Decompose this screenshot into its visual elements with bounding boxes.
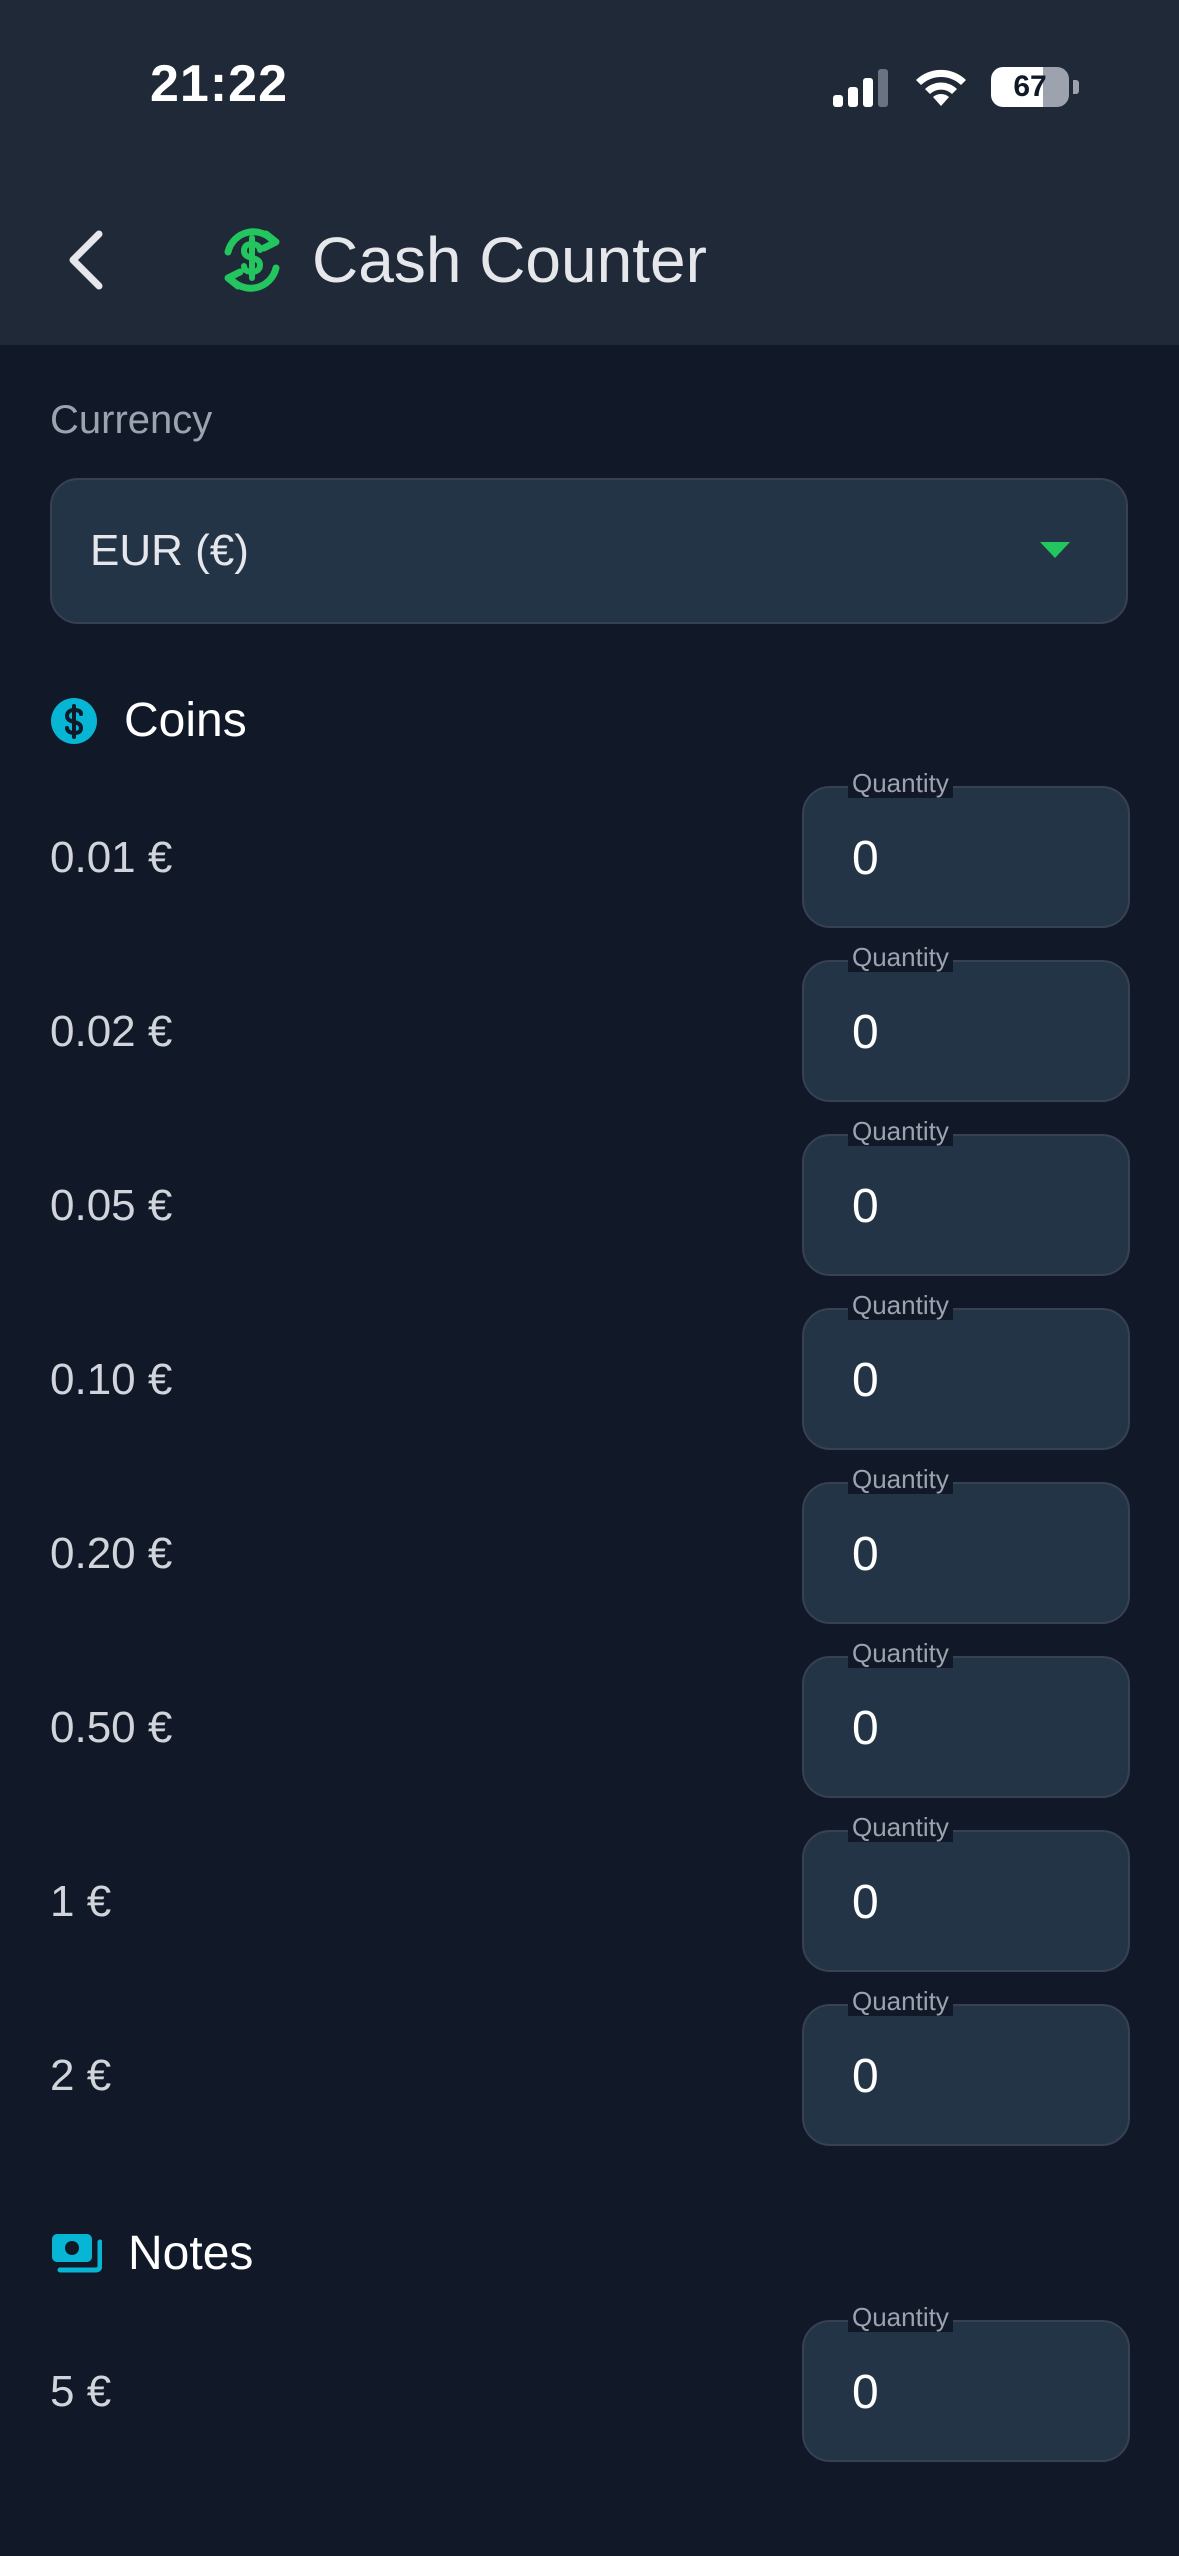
coin-quantity-field-5[interactable]: Quantity: [802, 1638, 1130, 1798]
currency-exchange-icon: [224, 228, 280, 292]
coin-quantity-field-0[interactable]: Quantity: [802, 768, 1130, 928]
coin-quantity-field-4[interactable]: Quantity: [802, 1464, 1130, 1624]
coin-denomination-1: 0.02 €: [50, 1007, 173, 1056]
coin-quantity-field-1[interactable]: Quantity: [802, 942, 1130, 1102]
quantity-field-label: Quantity: [848, 1464, 953, 1494]
coin-denomination-3: 0.10 €: [50, 1355, 173, 1404]
banknote-icon: [52, 2233, 102, 2272]
screen: 21:22 67 Cash Counter Currency EUR (€) C…: [0, 0, 1179, 2556]
note-denomination-0: 5 €: [50, 2367, 112, 2416]
coin-denomination-5: 0.50 €: [50, 1703, 173, 1752]
coin-quantity-input-3[interactable]: [852, 1340, 1092, 1420]
back-button[interactable]: [50, 215, 120, 305]
quantity-field-label: Quantity: [848, 942, 953, 972]
quantity-field-label: Quantity: [848, 1638, 953, 1668]
battery-indicator: 67: [991, 67, 1069, 107]
coin-denomination-7: 2 €: [50, 2051, 112, 2100]
currency-label: Currency: [50, 398, 213, 442]
battery-level: 67: [1013, 70, 1047, 103]
dropdown-caret-icon: [1040, 542, 1070, 558]
coins-title: Coins: [124, 694, 247, 747]
page-title: Cash Counter: [312, 224, 707, 296]
currency-select[interactable]: EUR (€): [50, 478, 1128, 624]
coin-quantity-input-7[interactable]: [852, 2036, 1092, 2116]
coin-quantity-field-3[interactable]: Quantity: [802, 1290, 1130, 1450]
coin-denomination-0: 0.01 €: [50, 833, 173, 882]
quantity-field-label: Quantity: [848, 1986, 953, 2016]
status-time: 21:22: [150, 55, 288, 113]
coin-quantity-input-6[interactable]: [852, 1862, 1092, 1942]
coin-quantity-input-2[interactable]: [852, 1166, 1092, 1246]
coin-quantity-input-0[interactable]: [852, 818, 1092, 898]
coin-quantity-input-1[interactable]: [852, 992, 1092, 1072]
currency-selected-value: EUR (€): [90, 526, 249, 575]
coin-denomination-4: 0.20 €: [50, 1529, 173, 1578]
quantity-field-label: Quantity: [848, 768, 953, 798]
note-quantity-input-0[interactable]: [852, 2352, 1092, 2432]
coin-quantity-field-6[interactable]: Quantity: [802, 1812, 1130, 1972]
coin-quantity-input-5[interactable]: [852, 1688, 1092, 1768]
wifi-icon: [916, 69, 966, 106]
notes-section-title: Notes: [50, 2226, 253, 2281]
coin-denomination-6: 1 €: [50, 1877, 112, 1926]
battery-cap: [1073, 80, 1079, 94]
quantity-field-label: Quantity: [848, 1812, 953, 1842]
quantity-field-label: Quantity: [848, 1116, 953, 1146]
quantity-field-label: Quantity: [848, 2302, 953, 2332]
chevron-left-icon: [69, 230, 103, 290]
notes-title: Notes: [128, 2227, 254, 2280]
quantity-field-label: Quantity: [848, 1290, 953, 1320]
coin-quantity-field-7[interactable]: Quantity: [802, 1986, 1130, 2146]
coins-section-title: Coins: [50, 693, 247, 748]
top-bar: 21:22 67 Cash Counter: [0, 0, 1179, 345]
status-icons: 67: [833, 62, 1079, 112]
coin-quantity-input-4[interactable]: [852, 1514, 1092, 1594]
cellular-signal-icon: [833, 69, 888, 107]
coin-denomination-2: 0.05 €: [50, 1181, 173, 1230]
note-quantity-field-0[interactable]: Quantity: [802, 2302, 1130, 2462]
coin-dollar-icon: [51, 697, 97, 744]
coin-quantity-field-2[interactable]: Quantity: [802, 1116, 1130, 1276]
